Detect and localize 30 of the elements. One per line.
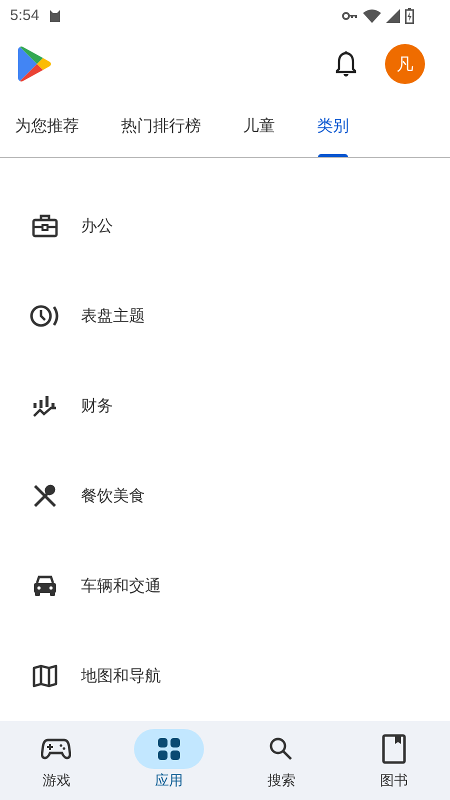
gamepad-icon <box>41 738 72 760</box>
cat-icon <box>48 8 62 23</box>
tab[interactable]: 热门排行榜 <box>121 96 201 157</box>
nav-icon-button[interactable] <box>134 729 204 769</box>
clock-icon <box>30 304 60 328</box>
signal-icon <box>386 8 400 23</box>
book-icon <box>382 734 406 764</box>
nav-label[interactable]: 搜索 <box>267 772 296 790</box>
tab[interactable]: 儿童 <box>243 96 275 157</box>
notification-bell-icon[interactable] <box>335 51 357 78</box>
apps-grid-icon <box>158 738 180 760</box>
map-icon <box>30 664 60 688</box>
search-icon <box>269 737 294 761</box>
nav-label[interactable]: 应用 <box>154 772 183 790</box>
nav-label[interactable]: 游戏 <box>42 772 70 790</box>
category-item[interactable]: 餐饮美食 <box>81 486 145 506</box>
wifi-icon <box>363 8 381 23</box>
category-item[interactable]: 车辆和交通 <box>81 576 161 596</box>
category-item[interactable]: 表盘主题 <box>81 306 145 326</box>
key-icon <box>342 10 358 21</box>
category-item[interactable]: 办公 <box>81 216 113 236</box>
play-logo-icon <box>18 45 52 84</box>
nav-label[interactable]: 图书 <box>380 772 408 790</box>
tab[interactable]: 为您推荐 <box>15 96 79 157</box>
briefcase-icon <box>30 214 60 238</box>
status-time: 5:54 <box>10 7 40 24</box>
category-item[interactable]: 财务 <box>81 396 113 416</box>
battery-icon <box>405 8 414 24</box>
tab[interactable]: 类别 <box>317 96 349 157</box>
category-item[interactable]: 地图和导航 <box>81 666 161 686</box>
